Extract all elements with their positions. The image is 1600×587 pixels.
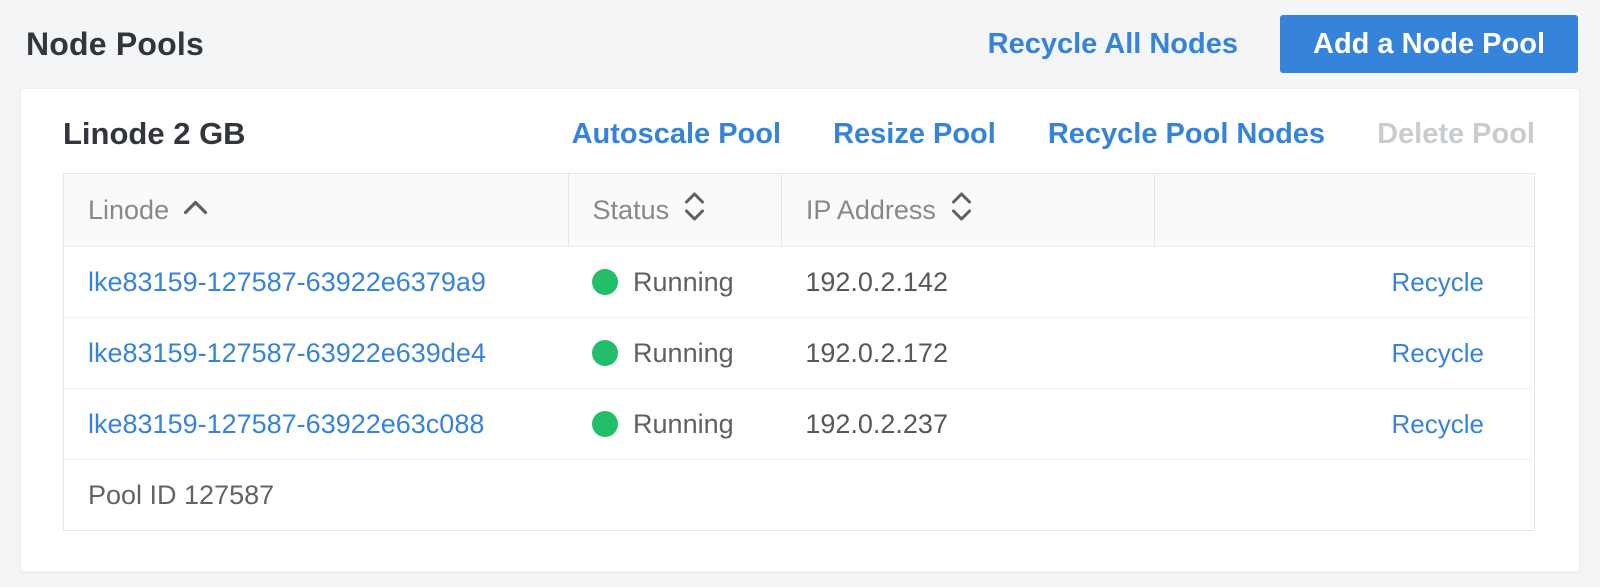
status-text: Running	[633, 267, 734, 298]
status-running-icon	[592, 340, 618, 366]
column-label: Linode	[88, 195, 169, 226]
sort-chevrons-icon	[949, 189, 974, 231]
nodes-table: Linode Status	[63, 173, 1535, 531]
node-detail-link[interactable]: lke83159-127587-63922e639de4	[88, 338, 486, 368]
status-running-icon	[592, 269, 618, 295]
recycle-node-link[interactable]: Recycle	[1392, 338, 1484, 368]
column-label: IP Address	[806, 195, 936, 226]
node-pools-header: Node Pools Recycle All Nodes Add a Node …	[0, 0, 1600, 88]
recycle-node-link[interactable]: Recycle	[1392, 267, 1484, 297]
ip-address: 192.0.2.237	[805, 409, 948, 439]
column-label: Status	[593, 195, 670, 226]
status-text: Running	[633, 338, 734, 369]
column-header-status[interactable]: Status	[568, 174, 781, 247]
status-running-icon	[592, 411, 618, 437]
topbar-actions: Recycle All Nodes Add a Node Pool	[988, 15, 1578, 73]
autoscale-pool-link[interactable]: Autoscale Pool	[572, 118, 782, 151]
recycle-pool-nodes-link[interactable]: Recycle Pool Nodes	[1048, 118, 1325, 151]
recycle-node-link[interactable]: Recycle	[1392, 409, 1484, 439]
sort-chevrons-icon	[682, 189, 707, 231]
node-detail-link[interactable]: lke83159-127587-63922e6379a9	[88, 267, 486, 297]
pool-id-row: Pool ID 127587	[64, 460, 1535, 531]
ip-address: 192.0.2.172	[805, 338, 948, 368]
resize-pool-link[interactable]: Resize Pool	[833, 118, 996, 151]
chevron-up-icon	[182, 192, 209, 223]
page-title: Node Pools	[26, 26, 204, 63]
status-text: Running	[633, 409, 734, 440]
column-header-linode[interactable]: Linode	[64, 174, 569, 247]
pool-id-label: Pool ID 127587	[64, 460, 1535, 531]
node-pool-card: Linode 2 GB Autoscale Pool Resize Pool R…	[20, 88, 1580, 572]
pool-card-header: Linode 2 GB Autoscale Pool Resize Pool R…	[63, 103, 1535, 165]
node-detail-link[interactable]: lke83159-127587-63922e63c088	[88, 409, 484, 439]
recycle-all-nodes-link[interactable]: Recycle All Nodes	[988, 28, 1238, 61]
delete-pool-link: Delete Pool	[1377, 118, 1535, 151]
ip-address: 192.0.2.142	[805, 267, 948, 297]
add-node-pool-button[interactable]: Add a Node Pool	[1280, 15, 1578, 73]
pool-title: Linode 2 GB	[63, 116, 246, 152]
column-header-actions	[1155, 174, 1535, 247]
node-row: lke83159-127587-63922e63c088 Running 192…	[64, 389, 1535, 460]
column-header-ip-address[interactable]: IP Address	[781, 174, 1155, 247]
node-row: lke83159-127587-63922e639de4 Running 192…	[64, 318, 1535, 389]
pool-actions: Autoscale Pool Resize Pool Recycle Pool …	[572, 118, 1535, 151]
node-row: lke83159-127587-63922e6379a9 Running 192…	[64, 247, 1535, 318]
table-header-row: Linode Status	[64, 174, 1535, 247]
